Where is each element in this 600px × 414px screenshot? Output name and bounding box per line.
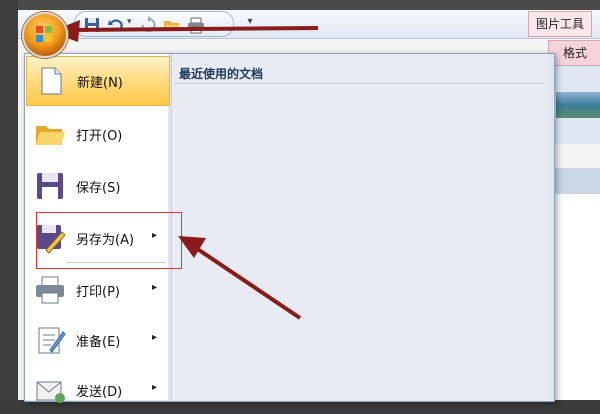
menu-item-send[interactable]: 发送(D) ▸ <box>26 366 168 414</box>
ruler-band <box>552 168 600 194</box>
picture-style-thumbnail[interactable] <box>556 92 600 118</box>
print-icon[interactable] <box>187 16 205 34</box>
submenu-arrow-icon: ▸ <box>152 332 158 343</box>
send-icon <box>36 381 65 403</box>
recent-documents-title: 最近使用的文档 <box>179 67 264 81</box>
submenu-arrow-icon: ▸ <box>152 382 158 393</box>
recent-documents-panel <box>171 54 548 400</box>
quick-access-group: ▾ <box>74 11 234 37</box>
menu-item-prepare[interactable]: 准备(E) ▸ <box>26 316 168 364</box>
new-document-icon <box>41 67 62 95</box>
tab-format[interactable]: 格式 <box>548 40 600 66</box>
customize-toolbar-icon[interactable]: ▾ <box>243 13 257 31</box>
screenshot-frame-top <box>0 0 600 10</box>
recent-documents-divider <box>174 83 544 84</box>
office-logo-icon <box>36 26 52 42</box>
annotation-highlight-box <box>36 212 182 269</box>
redo-icon[interactable] <box>139 16 157 34</box>
menu-item-label: 新建(N) <box>77 76 123 91</box>
save-icon[interactable] <box>83 16 101 34</box>
menu-item-label: 发送(D) <box>76 385 123 400</box>
menu-item-label: 打印(P) <box>76 285 120 300</box>
save-disk-icon <box>37 173 63 199</box>
open-icon[interactable] <box>163 16 181 34</box>
menu-item-label: 保存(S) <box>76 181 121 196</box>
menu-item-save[interactable]: 保存(S) <box>26 162 168 210</box>
submenu-arrow-icon: ▸ <box>152 282 158 293</box>
printer-icon <box>36 276 64 304</box>
prepare-document-icon <box>38 327 66 354</box>
office-button[interactable] <box>22 12 68 58</box>
menu-item-label: 准备(E) <box>76 335 121 350</box>
menu-item-open[interactable]: 打开(O) <box>26 110 168 158</box>
menu-item-label: 打开(O) <box>76 129 123 144</box>
tab-picture-tools[interactable]: 图片工具 <box>528 11 592 37</box>
undo-dropdown-icon[interactable]: ▾ <box>127 17 132 27</box>
quick-access-toolbar: ▾ ▾ <box>18 10 600 39</box>
undo-icon[interactable] <box>107 16 125 34</box>
screenshot-frame-left <box>0 0 18 400</box>
menu-item-print[interactable]: 打印(P) ▸ <box>26 266 168 314</box>
document-page <box>552 194 600 400</box>
open-folder-icon <box>36 126 65 145</box>
menu-item-new[interactable]: 新建(N) <box>26 56 170 106</box>
